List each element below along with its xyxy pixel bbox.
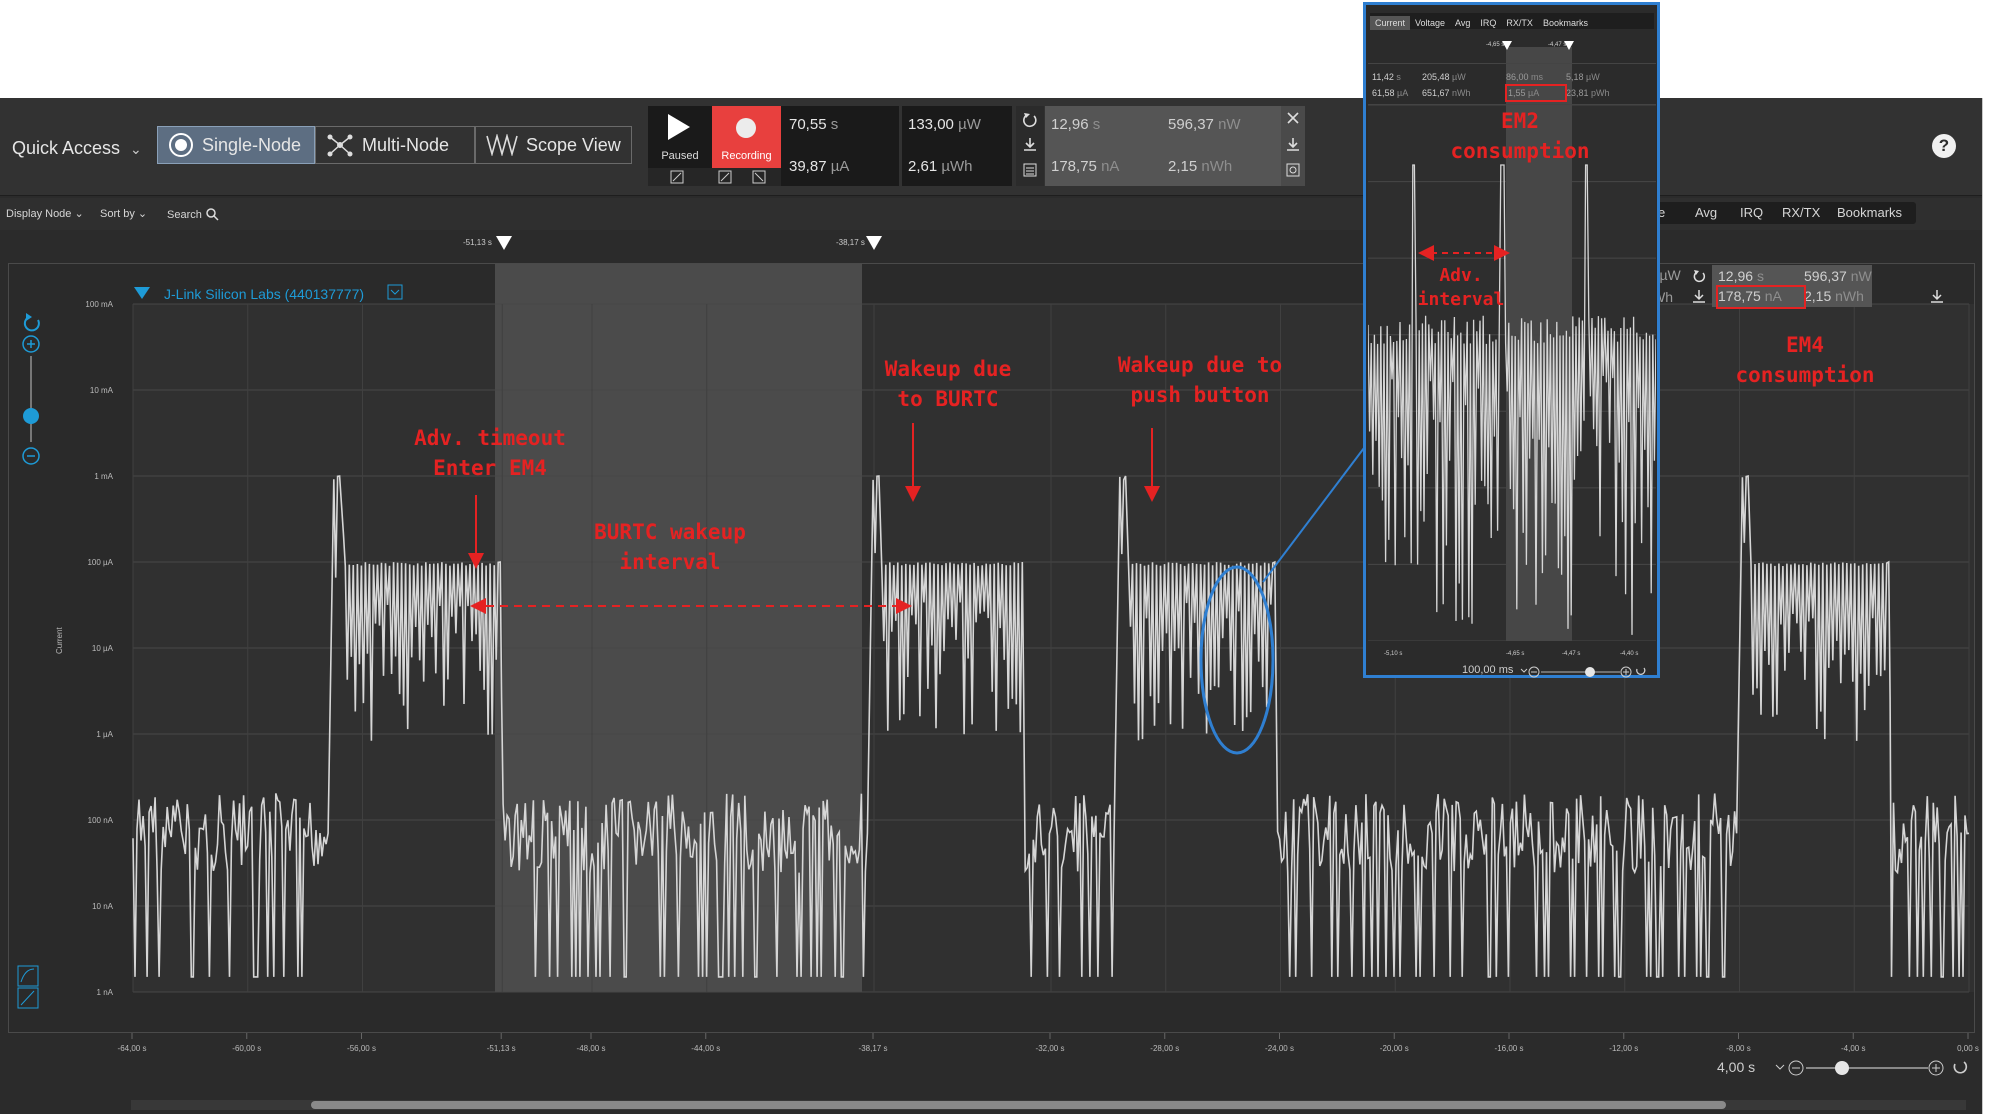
annotation-burtc-interval: BURTC wakeup interval (570, 517, 770, 577)
annotation-burtc-line1: BURTC wakeup (594, 520, 746, 544)
inset-r2-u1: µA (1397, 88, 1409, 98)
inset-tab-avg[interactable]: Avg (1450, 16, 1475, 30)
annotation-adv-interval-line2: interval (1417, 289, 1505, 310)
zoom-connector-line (1262, 443, 1368, 583)
inset-r1-v1: 11,42 (1372, 72, 1394, 82)
inset-r1-v2: 205,48 (1422, 72, 1450, 82)
inset-xtick-1: -4,65 s (1506, 651, 1525, 657)
annotation-wakeup-button: Wakeup due to push button (1090, 350, 1310, 410)
annotation-burtc-line2: interval (619, 550, 721, 574)
annotation-em4: EM4 consumption (1690, 330, 1920, 390)
inset-r1-v4: 5,18 (1566, 72, 1584, 82)
annotation-wakeup-button-line2: push button (1130, 383, 1270, 407)
inset-tab-current[interactable]: Current (1370, 16, 1411, 30)
inset-xtick-3: -4,40 s (1620, 651, 1639, 657)
em2-highlight-box (1505, 84, 1567, 102)
inset-tab-rxtx[interactable]: RX/TX (1501, 16, 1538, 30)
annotation-wakeup-burtc: Wakeup due to BURTC (848, 354, 1048, 414)
zoom-inset: Current Voltage Avg IRQ RX/TX Bookmarks -4,65… (1363, 2, 1660, 678)
annotation-adv-timeout-line2: Enter EM4 (433, 456, 547, 480)
inset-r2-v1: 61,58 (1372, 88, 1395, 98)
inset-zoom-value: 100,00 ms (1462, 664, 1514, 676)
annotation-wakeup-burtc-line1: Wakeup due (884, 357, 1012, 381)
inset-r2-v4: 23,81 (1566, 88, 1589, 98)
annotation-overlay (468, 423, 1368, 755)
annotation-wakeup-burtc-line2: to BURTC (897, 387, 999, 411)
inset-r1-u4: µW (1586, 72, 1600, 82)
annotation-adv-timeout: Adv. timeout Enter EM4 (390, 423, 590, 483)
inset-r1-u1: s (1396, 72, 1401, 82)
inset-marker-left-handle[interactable] (1502, 41, 1512, 50)
annotation-em2-line1: EM2 (1501, 109, 1539, 133)
inset-tab-irq[interactable]: IRQ (1475, 16, 1501, 30)
inset-xtick-2: -4,47 s (1562, 651, 1581, 657)
inset-tab-voltage[interactable]: Voltage (1410, 16, 1450, 30)
inset-tab-bookmarks[interactable]: Bookmarks (1538, 16, 1593, 30)
annotation-wakeup-button-line1: Wakeup due to (1117, 353, 1283, 377)
inset-marker-right-handle[interactable] (1564, 41, 1574, 50)
inset-r2-v2: 651,67 (1422, 88, 1450, 98)
inset-r1-v3: 86,00 (1506, 72, 1529, 82)
annotation-em2: EM2 consumption (1420, 106, 1620, 166)
annotation-em2-line2: consumption (1450, 139, 1590, 163)
inset-r1-u3: ms (1531, 72, 1544, 82)
inset-r2-u2: nWh (1452, 88, 1471, 98)
zoom-highlight-ellipse (1199, 565, 1275, 755)
annotation-em4-line1: EM4 (1786, 333, 1824, 357)
inset-r2-u4: pWh (1591, 88, 1610, 98)
inset-zoom-slider[interactable] (1520, 665, 1648, 679)
inset-xtick-0: -5,10 s (1384, 651, 1403, 657)
annotation-adv-interval: Adv. interval (1396, 264, 1526, 312)
inset-tabs: Current Voltage Avg IRQ RX/TX Bookmarks (1370, 13, 1654, 30)
inset-stats: 11,42 s 205,48 µW 86,00 ms 5,18 µW 61,58… (1368, 63, 1656, 105)
annotation-adv-timeout-line1: Adv. timeout (414, 426, 566, 450)
annotation-adv-interval-line1: Adv. (1439, 265, 1483, 286)
inset-plot[interactable] (1368, 105, 1656, 641)
annotation-em4-line2: consumption (1735, 363, 1875, 387)
inset-r1-u2: µW (1452, 72, 1466, 82)
